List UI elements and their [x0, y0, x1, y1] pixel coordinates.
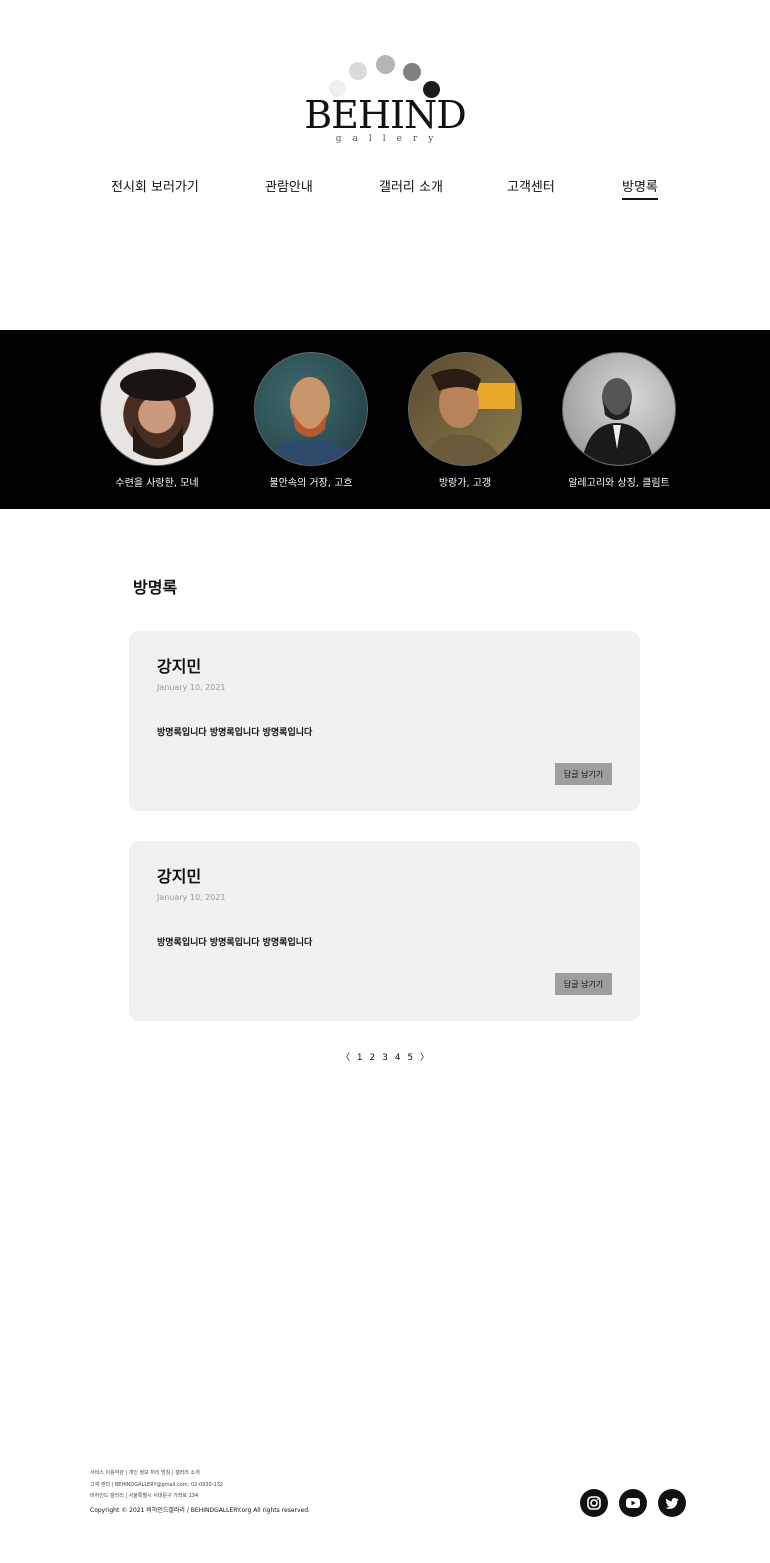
gauguin-portrait [408, 352, 522, 466]
page-link-1[interactable]: 1 [357, 1053, 363, 1063]
footer-address: 비하인드 갤러리 | 서울특별시 서대문구 가좌로 134 [90, 1493, 199, 1499]
youtube-icon[interactable] [619, 1489, 647, 1517]
footer-links[interactable]: 서비스 이용약관 | 개인 정보 처리 방침 | 갤러리 소개 [90, 1468, 490, 1480]
nav-guestbook[interactable]: 방명록 [622, 176, 658, 200]
entry-date: January 10, 2021 [157, 893, 226, 902]
nav-exhibitions[interactable]: 전시회 보러가기 [111, 176, 199, 195]
pagination: 〈 1 2 3 4 5 〉 [0, 1050, 770, 1063]
footer: 서비스 이용약관 | 개인 정보 처리 방침 | 갤러리 소개 고객 센터 | … [90, 1468, 490, 1514]
logo-dot [349, 62, 367, 80]
reply-button[interactable]: 답글 남기기 [555, 763, 612, 785]
gogh-portrait [254, 352, 368, 466]
artists-band: 수련을 사랑한, 모네 불안속의 거장, 고흐 방랑가, 고갱 알레고리와 상징… [0, 330, 770, 509]
logo-wordmark: BEHIND [304, 93, 467, 137]
nav-customer-center[interactable]: 고객센터 [507, 176, 555, 195]
footer-copyright: Copyright © 2021 비하인드갤러리 / BEHINDGALLERY… [90, 1506, 310, 1514]
page-link-2[interactable]: 2 [370, 1053, 376, 1063]
prev-page-button[interactable]: 〈 [341, 1050, 350, 1063]
twitter-icon[interactable] [658, 1489, 686, 1517]
nav-visit-info[interactable]: 관람안내 [265, 176, 313, 195]
logo-subtitle: gallery [335, 134, 445, 144]
klimt-portrait [562, 352, 676, 466]
entry-message: 방명록입니다 방명록입니다 방명록입니다 [157, 938, 313, 948]
nav-gallery-intro[interactable]: 갤러리 소개 [379, 176, 443, 195]
artist-card-gogh[interactable]: 불안속의 거장, 고흐 [236, 352, 386, 489]
artist-caption: 수련을 사랑한, 모네 [115, 478, 199, 489]
guestbook-entry: 강지민 January 10, 2021 방명록입니다 방명록입니다 방명록입니… [129, 631, 640, 811]
instagram-icon[interactable] [580, 1489, 608, 1517]
logo-dot [403, 63, 421, 81]
main-nav: 전시회 보러가기 관람안내 갤러리 소개 고객센터 방명록 [0, 176, 770, 200]
monet-portrait [100, 352, 214, 466]
guestbook-entry: 강지민 January 10, 2021 방명록입니다 방명록입니다 방명록입니… [129, 841, 640, 1021]
page-link-3[interactable]: 3 [382, 1053, 388, 1063]
page-link-5[interactable]: 5 [407, 1053, 413, 1063]
artist-card-monet[interactable]: 수련을 사랑한, 모네 [82, 352, 232, 489]
entry-date: January 10, 2021 [157, 683, 226, 692]
artist-caption: 알레고리와 상징, 클림트 [568, 478, 670, 489]
entry-author: 강지민 [157, 657, 202, 676]
entry-author: 강지민 [157, 867, 202, 886]
artist-card-klimt[interactable]: 알레고리와 상징, 클림트 [544, 352, 694, 489]
guestbook-title: 방명록 [133, 578, 178, 597]
artist-caption: 불안속의 거장, 고흐 [269, 478, 353, 489]
page-link-4[interactable]: 4 [395, 1053, 401, 1063]
entry-message: 방명록입니다 방명록입니다 방명록입니다 [157, 728, 313, 738]
gallery-logo[interactable]: BEHIND gallery [0, 50, 770, 150]
artist-card-gauguin[interactable]: 방랑가, 고갱 [390, 352, 540, 489]
logo-dot [376, 55, 395, 74]
next-page-button[interactable]: 〉 [420, 1050, 429, 1063]
artist-caption: 방랑가, 고갱 [438, 478, 492, 489]
reply-button[interactable]: 답글 남기기 [555, 973, 612, 995]
footer-contact: 고객 센터 | BEHINDGALLERY@gmail.com, 02-0930… [90, 1481, 224, 1488]
